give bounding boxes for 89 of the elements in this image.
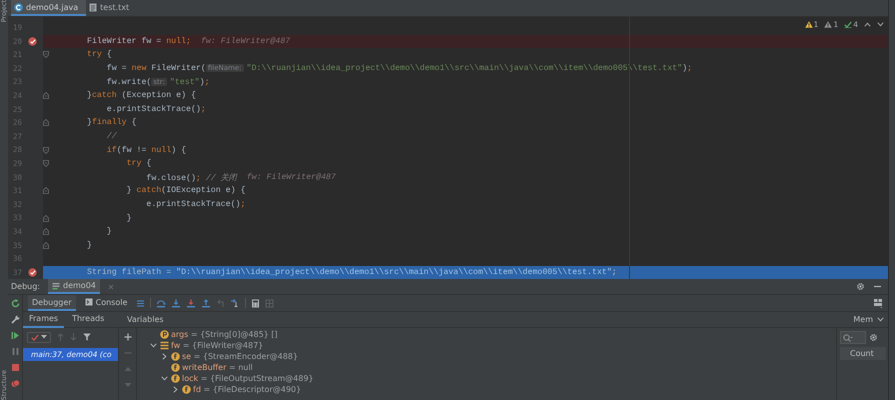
code-line: e.printStackTrace(); — [106, 104, 206, 114]
field-icon — [171, 374, 180, 383]
variable-entry[interactable]: se = {StreamEncoder@488} — [182, 352, 298, 361]
add-icon[interactable] — [124, 333, 132, 341]
fold-icon[interactable] — [43, 119, 49, 126]
debugger-tab[interactable]: Debugger — [28, 295, 76, 311]
fold-icon[interactable] — [43, 187, 49, 194]
fold-icon[interactable] — [43, 242, 49, 249]
breakpoint-icon[interactable] — [28, 268, 37, 277]
code-line: try { — [86, 50, 112, 60]
caret-icon — [877, 317, 884, 322]
frames-tab[interactable]: Frames — [23, 312, 64, 328]
code-line: // — [106, 132, 117, 142]
field-icon — [171, 352, 180, 361]
layout-icon[interactable] — [873, 298, 883, 308]
search-field[interactable] — [840, 331, 866, 344]
console-icon — [84, 298, 93, 306]
session-tab[interactable]: demo04 — [48, 279, 100, 294]
settings-icon[interactable] — [869, 333, 878, 342]
calculator-icon[interactable] — [251, 298, 260, 308]
object-icon — [160, 341, 169, 350]
thread-dropdown[interactable] — [27, 332, 51, 342]
code-line: }finally { — [86, 118, 137, 128]
column-header[interactable]: Count — [840, 347, 886, 360]
session-icon — [52, 282, 60, 290]
code-line: try { — [126, 159, 152, 168]
force-step-into-icon[interactable] — [186, 298, 196, 308]
drop-frame-icon[interactable] — [216, 298, 226, 308]
search-icon — [843, 334, 853, 342]
code-line: } — [126, 214, 132, 223]
inline-value: fw: FileWriter@487 — [200, 36, 290, 46]
down-arrow-icon[interactable] — [124, 381, 132, 389]
code-line: } catch(IOException e) { — [126, 186, 246, 196]
inline-value: fw: FileWriter@487 — [246, 172, 336, 182]
fold-icon[interactable] — [43, 146, 49, 154]
check-icon — [844, 21, 852, 28]
memory-dropdown[interactable]: Mem — [853, 315, 884, 324]
close-icon[interactable] — [108, 284, 114, 290]
code-line: FileWriter fw = null; — [86, 36, 191, 46]
up-arrow-icon[interactable] — [57, 333, 64, 341]
debugger-tab[interactable]: Console — [80, 295, 132, 311]
filter-icon[interactable] — [83, 333, 91, 341]
settings-icon[interactable] — [856, 282, 865, 291]
panel-title: Variables — [127, 315, 164, 324]
fold-icon[interactable] — [43, 51, 49, 58]
code-line: if(fw != null) { — [106, 146, 186, 155]
field-icon — [182, 385, 191, 394]
editor-tab[interactable]: test.txt — [86, 0, 138, 16]
panel-label: Debug: — [10, 282, 40, 291]
check-icon — [31, 334, 39, 340]
step-over-icon[interactable] — [156, 298, 166, 308]
field-icon — [171, 363, 180, 372]
code-line: String filePath = "D:\\ruanjian\\idea_project\\demo\\demo1\\src\\main\\java\\com\\item\\demo005\\test.txt"; — [86, 268, 617, 277]
variable-entry[interactable]: lock = {FileOutputStream@489} — [182, 374, 314, 383]
grid-icon[interactable] — [265, 298, 274, 308]
fold-icon[interactable] — [43, 92, 49, 100]
variable-entry[interactable]: fd = {FileDescriptor@490} — [193, 385, 302, 394]
class-icon — [14, 2, 23, 12]
breakpoints-icon[interactable] — [10, 379, 20, 388]
text-file-icon — [89, 2, 98, 12]
step-out-icon[interactable] — [201, 298, 212, 308]
resume-icon[interactable] — [10, 331, 20, 340]
up-arrow-icon[interactable] — [124, 365, 132, 373]
stop-icon[interactable] — [10, 363, 20, 372]
previous-icon[interactable] — [864, 22, 871, 27]
fold-icon[interactable] — [43, 214, 49, 222]
fold-icon[interactable] — [43, 160, 49, 168]
code-line: } — [106, 227, 112, 236]
editor-tab[interactable]: demo04.java — [11, 0, 86, 16]
code-line: e.printStackTrace(); — [145, 200, 246, 210]
step-into-icon[interactable] — [171, 298, 182, 308]
wrench-icon[interactable] — [10, 315, 20, 324]
code-line: fw.close(); // 关闭 — [145, 172, 237, 183]
code-line: }catch (Exception e) { — [86, 91, 196, 100]
code-line: } — [86, 240, 92, 250]
down-arrow-icon[interactable] — [70, 333, 77, 341]
breakpoint-icon[interactable] — [28, 36, 37, 46]
list-icon[interactable] — [136, 298, 146, 308]
pause-icon[interactable] — [10, 347, 20, 356]
parameter-icon — [160, 330, 169, 339]
frames-tab[interactable]: Threads — [66, 312, 110, 328]
variable-entry[interactable]: args = {String[0]@485} [] — [171, 330, 278, 339]
run-to-cursor-icon[interactable] — [230, 298, 240, 308]
caret-icon — [41, 335, 47, 339]
variable-entry[interactable]: fw = {FileWriter@487} — [171, 341, 264, 350]
next-icon[interactable] — [877, 22, 884, 27]
rerun-icon[interactable] — [10, 299, 20, 308]
variable-entry[interactable]: writeBuffer = null — [182, 363, 253, 372]
fold-icon[interactable] — [43, 228, 49, 236]
